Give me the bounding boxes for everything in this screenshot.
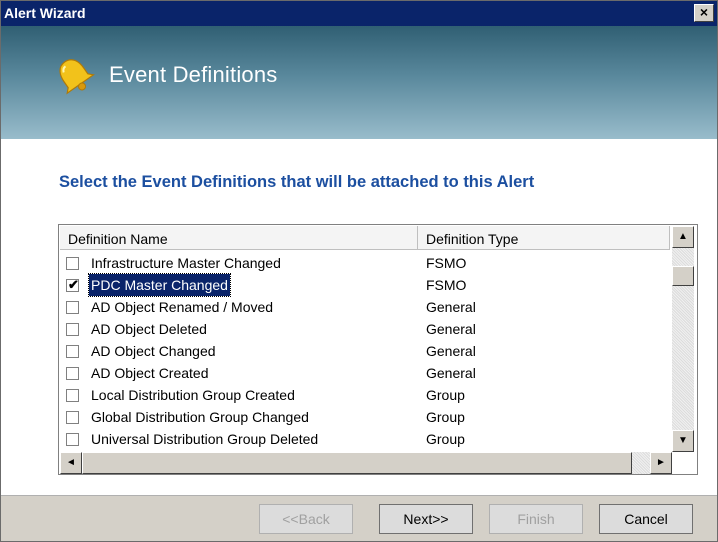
window-title: Alert Wizard [4,5,86,21]
definition-name: AD Object Changed [91,343,216,359]
definition-type: General [426,343,476,359]
list-item[interactable]: Universal Distribution Group Deleted Grou… [60,428,670,450]
horizontal-scroll-thumb[interactable] [82,452,632,474]
column-header-definition-name[interactable]: Definition Name [60,226,418,250]
definition-type: Group [426,431,465,447]
row-checkbox[interactable] [66,345,79,358]
scroll-up-button[interactable]: ▲ [672,226,694,248]
header-title: Event Definitions [109,62,278,87]
definition-name: Local Distribution Group Created [91,387,295,403]
title-bar[interactable]: Alert Wizard × [1,1,717,26]
finish-button[interactable]: Finish [489,504,583,534]
scroll-left-button[interactable]: ◄ [60,452,82,474]
list-item[interactable]: ✔ PDC Master Changed FSMO [60,273,670,297]
row-checkbox[interactable] [66,301,79,314]
list-item[interactable]: Global Distribution Group Changed Group [60,406,670,428]
definition-type: Group [426,409,465,425]
scrollbar-corner [672,452,694,474]
vertical-scroll-thumb[interactable] [672,266,694,286]
row-checkbox[interactable] [66,433,79,446]
row-checkbox[interactable] [66,323,79,336]
next-button[interactable]: Next>> [379,504,473,534]
definition-type: General [426,321,476,337]
row-checkbox[interactable] [66,411,79,424]
scroll-right-button[interactable]: ► [650,452,672,474]
close-button[interactable]: × [694,4,714,22]
row-checkbox[interactable]: ✔ [66,277,79,292]
definition-name: Global Distribution Group Changed [91,409,309,425]
definition-name: Universal Distribution Group Deleted [91,431,319,447]
list-item[interactable]: AD Object Changed General [60,340,670,362]
list-item[interactable]: AD Object Renamed / Moved General [60,296,670,318]
definition-name: AD Object Created [91,365,209,381]
back-button[interactable]: <<Back [259,504,353,534]
alert-wizard-window: Alert Wizard × Event Definitions Select … [0,0,718,542]
instruction-text: Select the Event Definitions that will b… [59,173,535,191]
definition-type: FSMO [426,277,467,293]
scroll-down-button[interactable]: ▼ [672,430,694,452]
list-item[interactable]: Infrastructure Master Changed FSMO [60,252,670,274]
row-checkbox[interactable] [66,367,79,380]
button-bar: <<Back Next>> Finish Cancel [1,495,717,541]
list-item[interactable]: AD Object Created General [60,362,670,384]
wizard-header: Event Definitions [1,26,717,139]
column-header-definition-type[interactable]: Definition Type [418,226,670,250]
definition-name: AD Object Deleted [91,321,207,337]
list-rows: Infrastructure Master Changed FSMO ✔ PDC Ma… [60,250,670,452]
row-checkbox[interactable] [66,389,79,402]
list-item[interactable]: AD Object Deleted General [60,318,670,340]
horizontal-scrollbar[interactable]: ◄ ► [60,452,672,474]
definition-type: Group [426,387,465,403]
list-item[interactable]: Local Distribution Group Created Group [60,384,670,406]
event-definitions-list[interactable]: Definition Name Definition Type Infrastr… [58,224,698,475]
definition-type: FSMO [426,255,467,271]
definition-type: General [426,365,476,381]
vertical-scrollbar[interactable]: ▲ ▼ [672,226,694,452]
definition-name: Infrastructure Master Changed [91,255,281,271]
definition-name: AD Object Renamed / Moved [91,299,274,315]
definition-name: PDC Master Changed [88,273,231,297]
cancel-button[interactable]: Cancel [599,504,693,534]
row-checkbox[interactable] [66,257,79,270]
bell-icon [59,59,95,95]
checkmark-icon: ✔ [68,277,79,292]
definition-type: General [426,299,476,315]
